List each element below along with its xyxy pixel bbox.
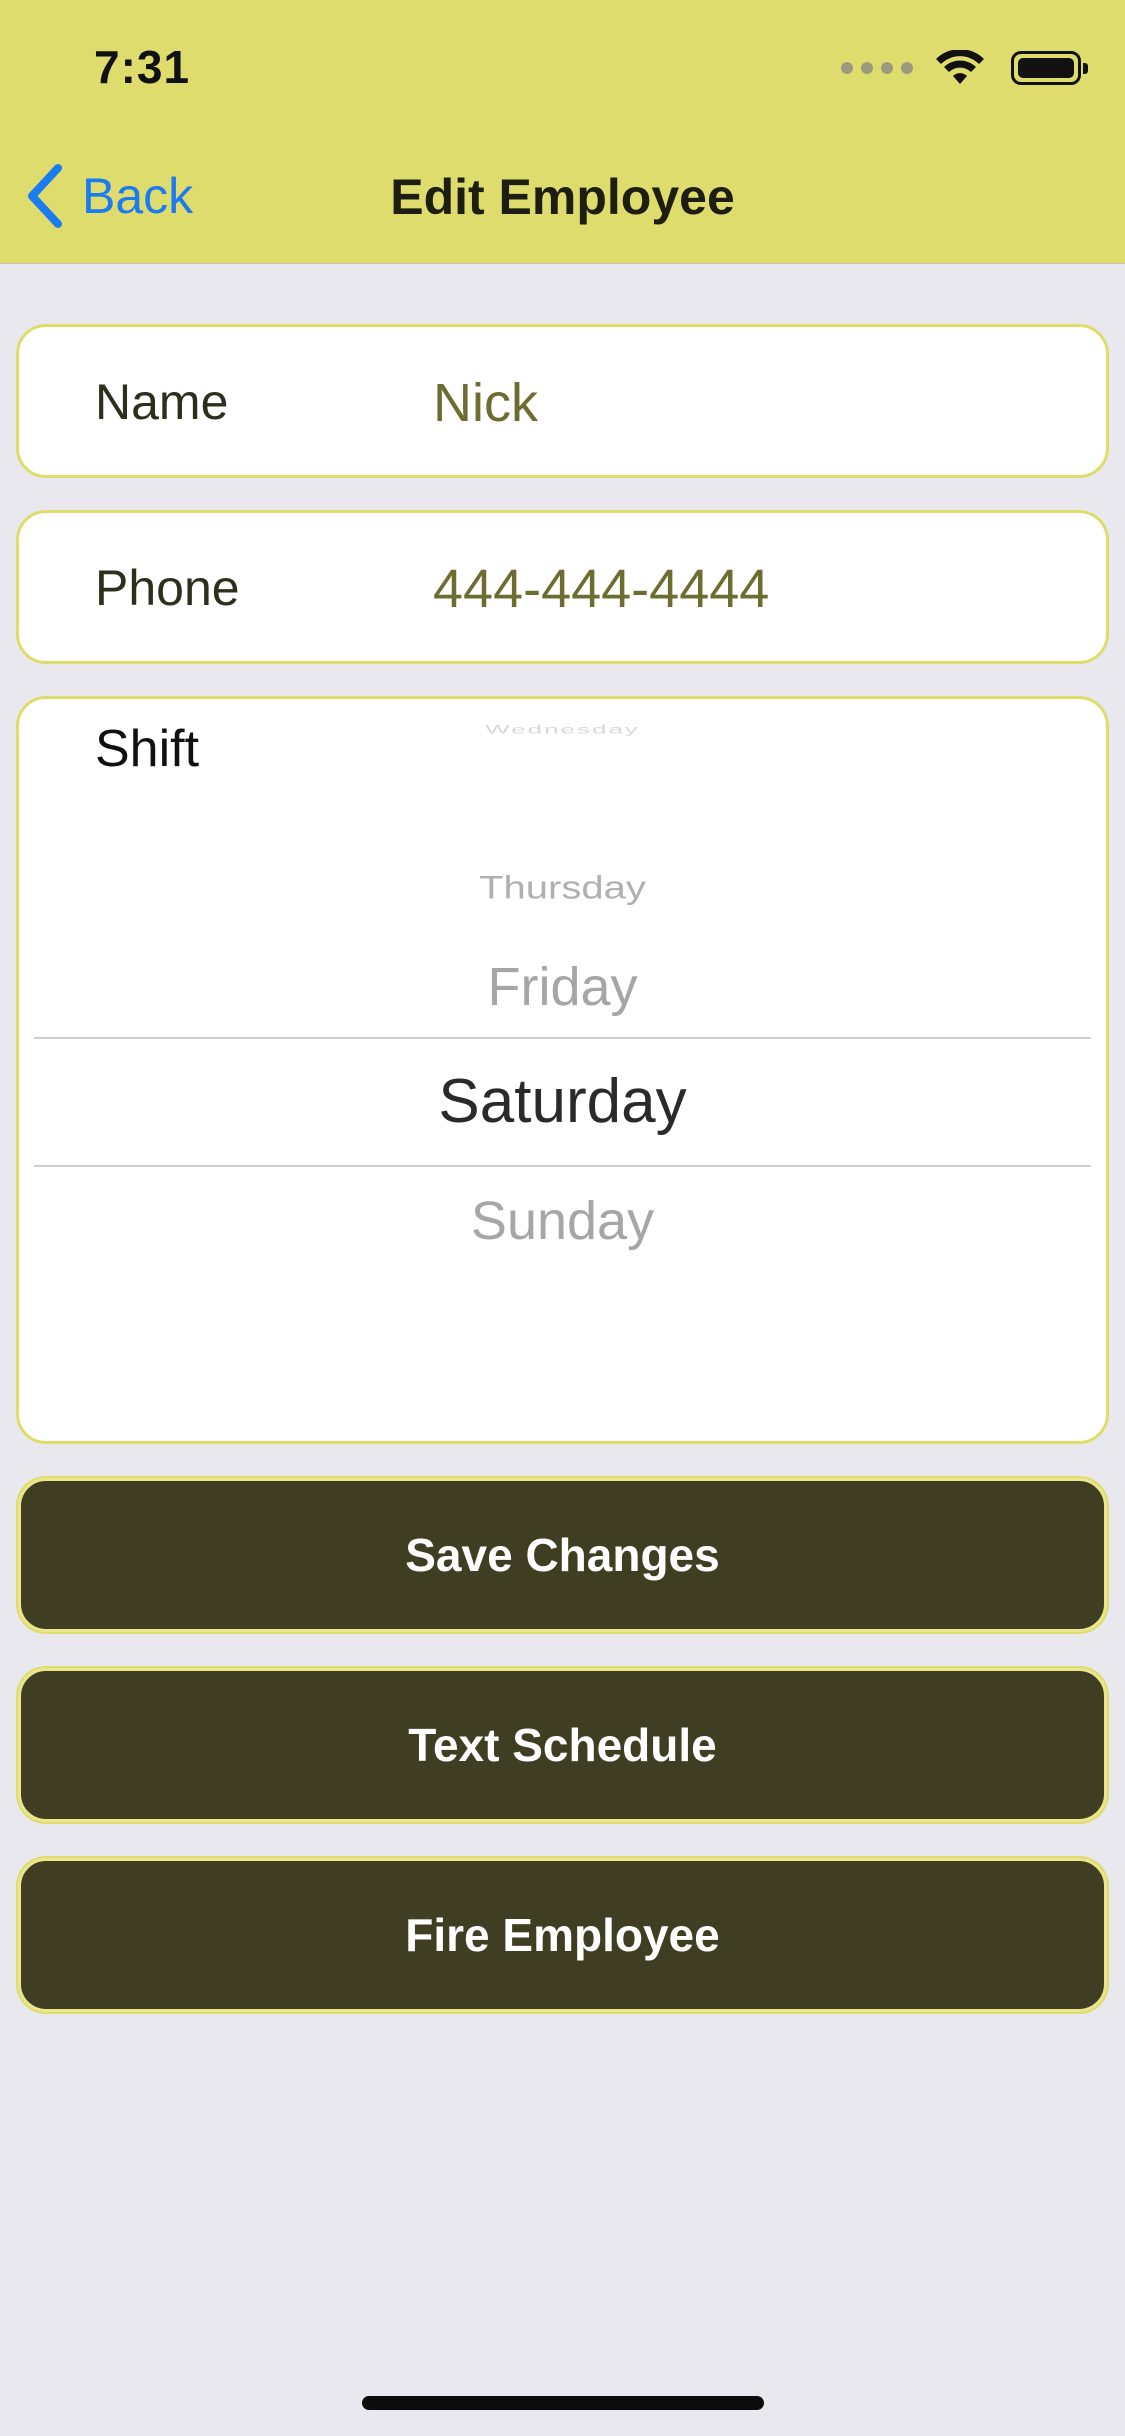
navigation-header: 7:31 Back Edit Employee [0,0,1125,264]
status-time: 7:31 [94,41,191,93]
phone-input[interactable] [433,549,1073,629]
picker-option-thursday[interactable]: Thursday [0,871,1125,907]
name-field-card: Name [16,324,1109,478]
picker-selection-top-line [34,1037,1091,1039]
wifi-icon [936,50,984,84]
fire-employee-button[interactable]: Fire Employee [18,1858,1107,2012]
picker-option-sunday[interactable]: Sunday [0,1190,1125,1252]
page-title: Edit Employee [390,169,735,225]
save-changes-button[interactable]: Save Changes [18,1478,1107,1632]
status-icons [841,50,1088,86]
name-input[interactable] [433,363,1073,443]
picker-option-wednesday[interactable]: Wednesday [0,723,1125,737]
battery-icon [1011,51,1088,85]
picker-option-friday[interactable]: Friday [0,956,1125,1018]
phone-field-card: Phone [16,510,1109,664]
picker-selection-bottom-line [34,1165,1091,1167]
cellular-signal-icon [841,62,913,74]
text-schedule-button[interactable]: Text Schedule [18,1668,1107,1822]
home-indicator[interactable] [362,2396,764,2410]
phone-label: Phone [95,560,240,616]
edit-employee-screen: 7:31 Back Edit Employee Name Nick Phone … [0,0,1125,2436]
name-label: Name [95,374,229,430]
picker-option-saturday-selected[interactable]: Saturday [0,1066,1125,1137]
